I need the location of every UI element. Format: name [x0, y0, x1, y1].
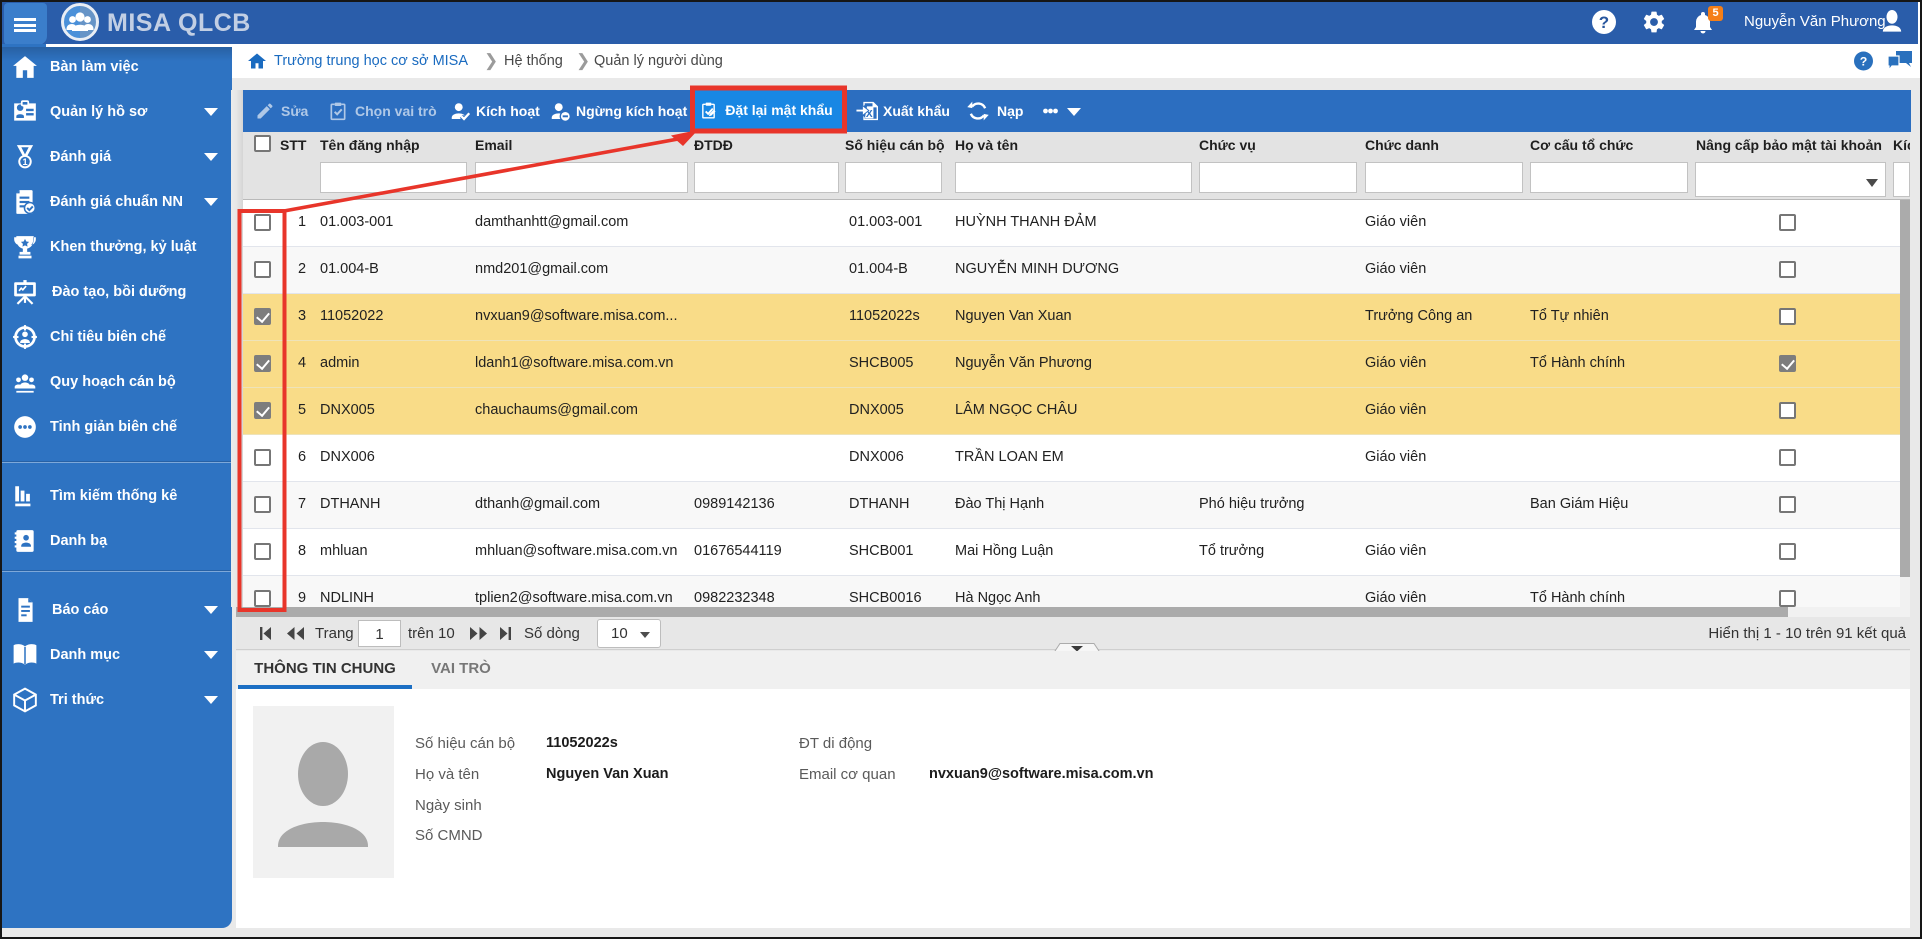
svg-text:1: 1	[22, 157, 27, 167]
svg-text:?: ?	[1599, 13, 1609, 32]
svg-text:?: ?	[1860, 54, 1868, 68]
